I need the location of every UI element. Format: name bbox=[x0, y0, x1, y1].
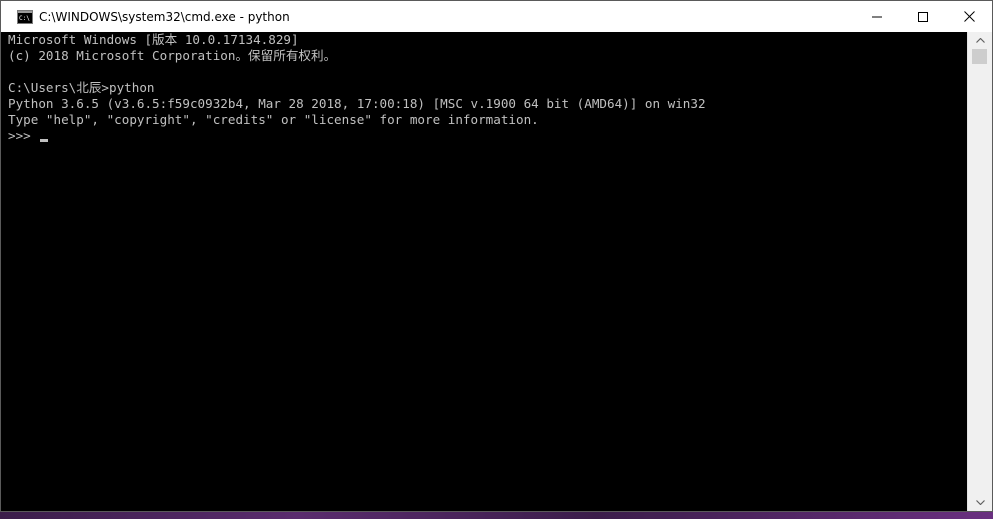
scroll-down-button[interactable] bbox=[968, 494, 992, 511]
cmd-window: C:\ C:\WINDOWS\system32\cmd.exe - python bbox=[0, 0, 993, 512]
console-line: C:\Users\北辰>python bbox=[8, 80, 155, 95]
window-title: C:\WINDOWS\system32\cmd.exe - python bbox=[39, 9, 290, 24]
cmd-icon: C:\ bbox=[17, 9, 33, 24]
minimize-button[interactable] bbox=[854, 1, 900, 32]
chevron-up-icon bbox=[975, 38, 985, 43]
title-bar[interactable]: C:\ C:\WINDOWS\system32\cmd.exe - python bbox=[1, 1, 992, 32]
svg-text:C:\: C:\ bbox=[19, 15, 30, 22]
chevron-down-icon bbox=[975, 500, 985, 505]
console-line: Microsoft Windows [版本 10.0.17134.829] bbox=[8, 32, 299, 47]
scroll-up-button[interactable] bbox=[968, 32, 992, 49]
close-icon bbox=[963, 11, 975, 22]
console-line: (c) 2018 Microsoft Corporation。保留所有权利。 bbox=[8, 48, 337, 63]
console-output[interactable]: Microsoft Windows [版本 10.0.17134.829] (c… bbox=[1, 32, 967, 511]
console-line: Type "help", "copyright", "credits" or "… bbox=[8, 112, 539, 127]
maximize-icon bbox=[918, 11, 928, 22]
text-cursor bbox=[39, 138, 48, 142]
python-prompt: >>> bbox=[8, 128, 31, 143]
console-line: Python 3.6.5 (v3.6.5:f59c0932b4, Mar 28 … bbox=[8, 96, 706, 111]
close-button[interactable] bbox=[946, 1, 992, 32]
console-line: ​ bbox=[1, 64, 967, 80]
scroll-thumb[interactable] bbox=[972, 49, 987, 64]
maximize-button[interactable] bbox=[900, 1, 946, 32]
vertical-scrollbar[interactable] bbox=[967, 32, 992, 511]
caption-buttons bbox=[854, 1, 992, 32]
prompt-line[interactable]: >>> bbox=[1, 128, 967, 144]
minimize-icon bbox=[872, 16, 882, 17]
